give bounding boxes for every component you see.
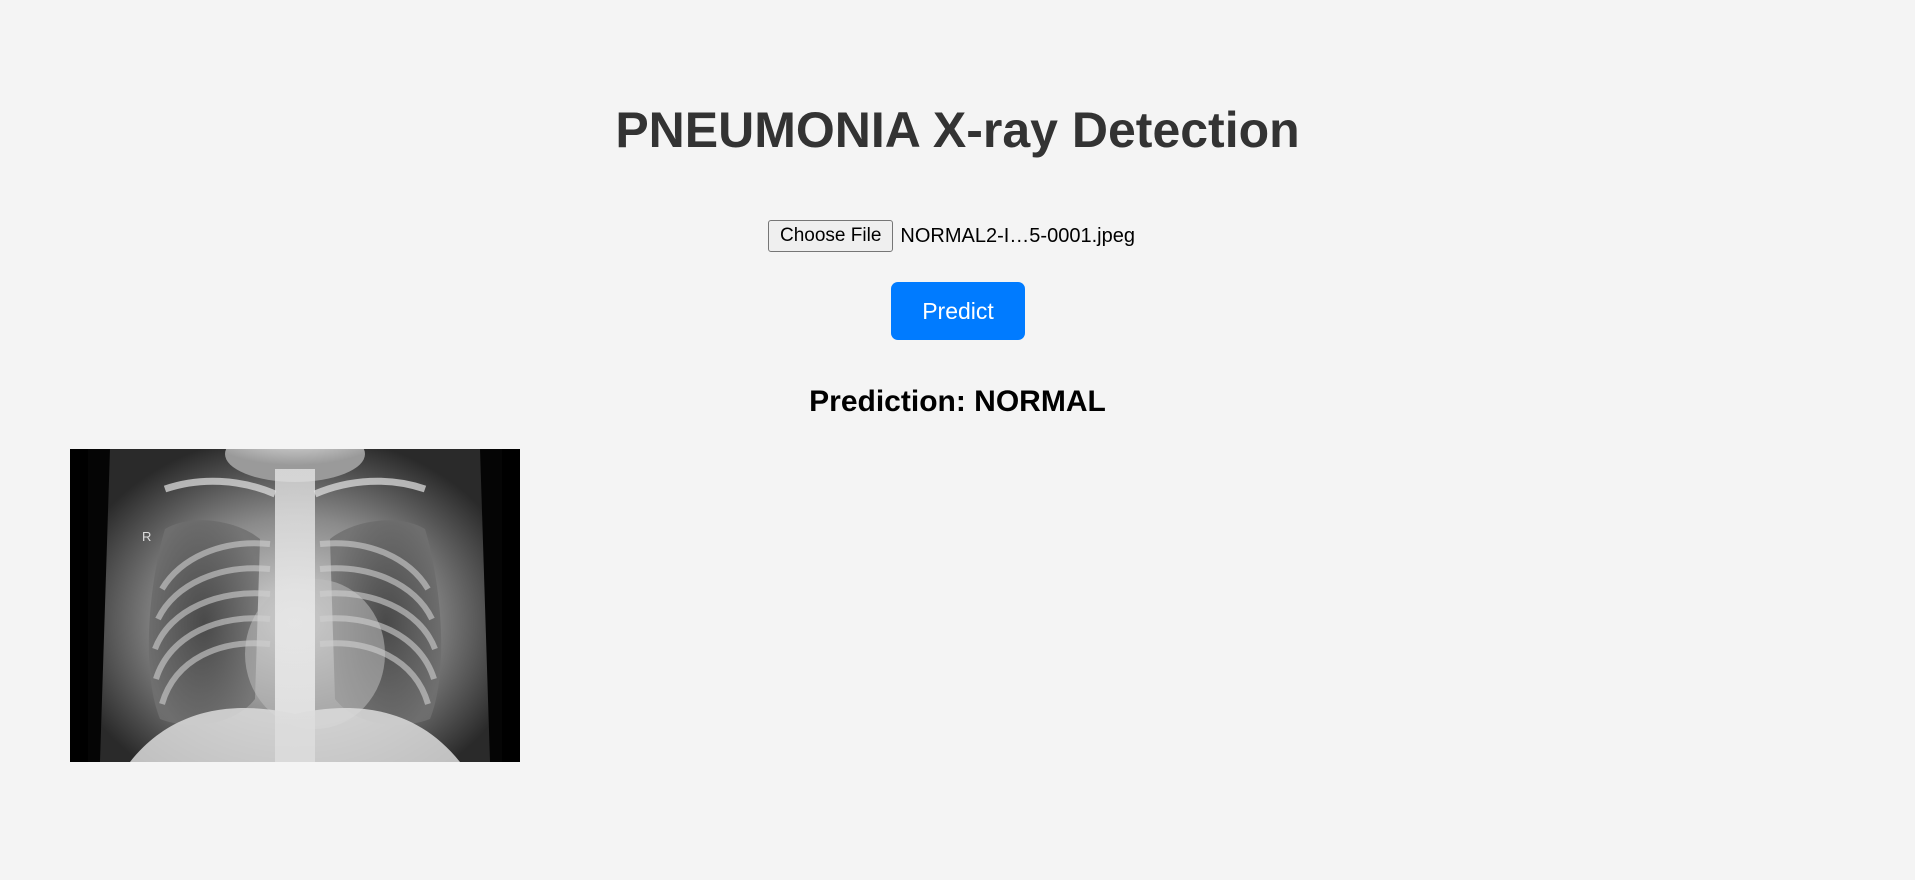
file-upload-field[interactable]: Choose File NORMAL2-I…5-0001.jpeg <box>768 220 1135 252</box>
page-title: PNEUMONIA X-ray Detection <box>615 102 1300 158</box>
xray-marker-label: R <box>142 529 151 544</box>
selected-file-name: NORMAL2-I…5-0001.jpeg <box>900 224 1135 247</box>
chest-xray-image: R <box>70 449 520 762</box>
prediction-result: Prediction: NORMAL <box>809 385 1106 418</box>
page-root: PNEUMONIA X-ray Detection Choose File NO… <box>0 0 1915 880</box>
predict-button[interactable]: Predict <box>891 282 1025 340</box>
choose-file-button[interactable]: Choose File <box>768 220 894 252</box>
